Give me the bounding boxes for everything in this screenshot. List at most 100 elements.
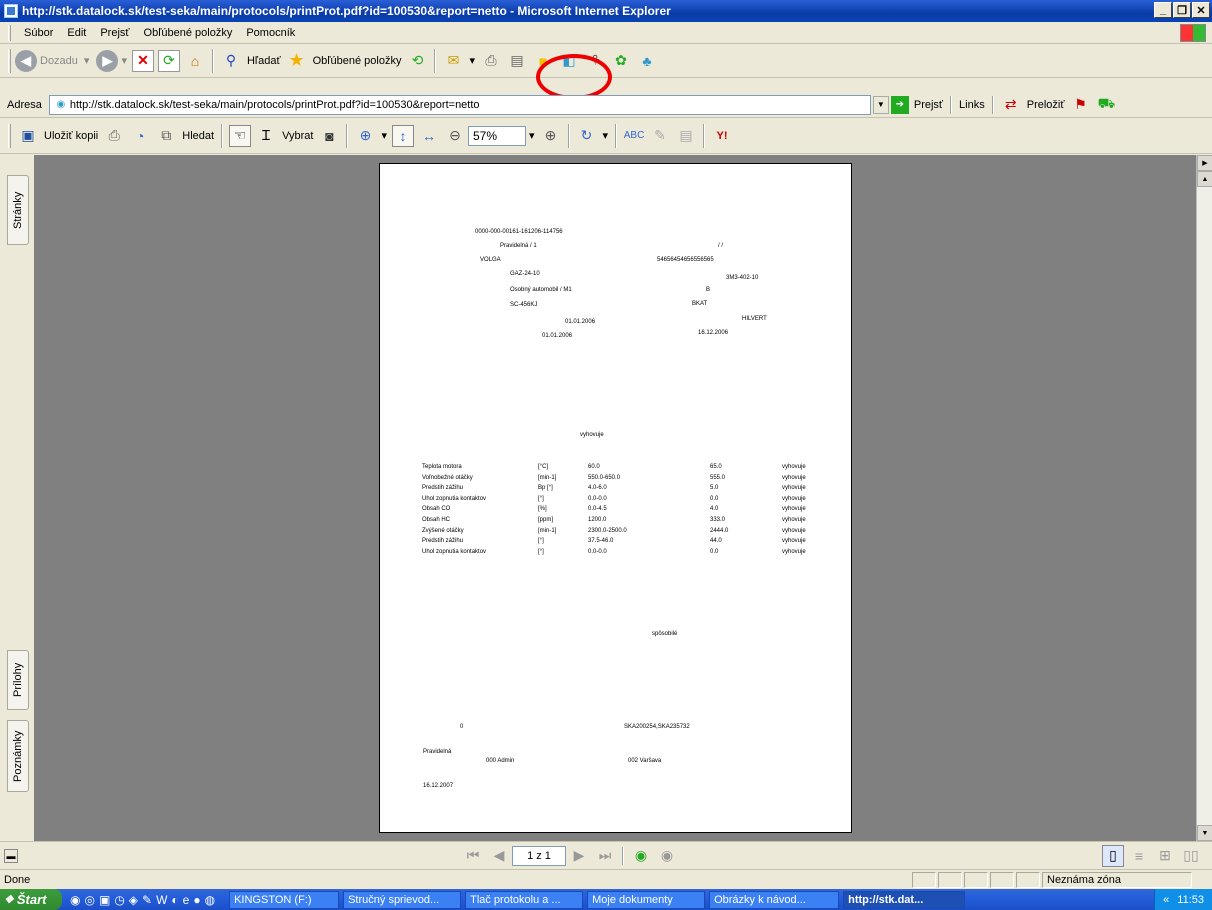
close-button[interactable]: ✕ [1192,2,1210,18]
mail-icon[interactable]: ✉ [442,50,464,72]
msn-icon[interactable]: ♣ [636,50,658,72]
save-icon[interactable]: ▣ [17,125,39,147]
word-icon[interactable]: W [156,893,167,907]
rotate-dropdown-icon[interactable]: ▾ [603,129,609,142]
zoom-value-dropdown-icon[interactable]: ▾ [529,129,535,142]
edit-icon[interactable]: ▤ [506,50,528,72]
panel-toggle-icon[interactable]: ▬ [4,848,18,863]
first-page-icon[interactable]: ⏮ [462,845,484,867]
print-icon[interactable]: ⎙ [480,50,502,72]
favorites-button[interactable]: Obľúbené položky [313,55,402,67]
task-word-guide[interactable]: Stručný sprievod... [343,890,462,909]
binoculars-icon[interactable]: ⧉ [155,125,177,147]
select-tool-icon[interactable]: Ɪ [255,125,277,147]
hand-tool-icon[interactable]: ☜ [229,124,252,147]
back-button[interactable]: Dozadu [40,55,78,67]
chat-icon[interactable]: ◍ [205,893,215,907]
back-arrow-icon[interactable]: ◀ [15,49,37,72]
stamp-icon[interactable]: ▤ [675,125,697,147]
translate-icon[interactable]: ⇄ [1000,94,1022,116]
rotate-icon[interactable]: ↻ [576,125,598,147]
spellcheck-icon[interactable]: ABC [623,125,645,147]
facing-icon[interactable]: ⊞ [1154,845,1176,867]
address-url[interactable]: http://stk.datalock.sk/test-seka/main/pr… [70,99,480,111]
refresh-icon[interactable]: ⟳ [157,49,180,72]
zoom-plus-icon[interactable]: ⊕ [540,125,562,147]
menu-favorites[interactable]: Obľúbené položky [137,27,240,39]
go-button[interactable]: Prejsť [914,99,943,111]
maximize-button[interactable]: ❐ [1173,2,1191,18]
page-number-input[interactable]: 1 z 1 [512,845,566,866]
links-button[interactable]: Links [959,99,985,111]
menu-file[interactable]: Súbor [17,27,60,39]
previous-page-icon[interactable]: ◀ [488,845,510,867]
zoom-input[interactable]: 57% [467,125,526,146]
go-arrow-icon[interactable]: ➔ [890,95,909,114]
task-my-documents[interactable]: Moje dokumenty [587,890,706,909]
icq-icon[interactable]: ✿ [610,50,632,72]
last-page-icon[interactable]: ⏭ [594,845,616,867]
search-button[interactable]: Hľadať [247,55,281,67]
fit-width-icon[interactable]: ↔ [418,125,440,147]
zoom-out-icon[interactable]: ⊖ [444,125,466,147]
sign-icon[interactable]: ✎ [649,125,671,147]
history-icon[interactable]: ⟲ [406,50,428,72]
toolbar-grip[interactable] [8,123,11,148]
scroll-down-arrow-icon[interactable]: ▼ [1197,825,1212,841]
menu-edit[interactable]: Edit [60,27,93,39]
search-icon[interactable]: ⚲ [220,50,242,72]
back-dropdown-icon[interactable]: ▾ [84,54,90,67]
menu-grip[interactable] [8,24,11,41]
save-copy-button[interactable]: Uložiť kopii [44,130,98,142]
task-kingston[interactable]: KINGSTON (F:) [229,890,340,909]
task-print-protocol[interactable]: Tlač protokolu a ... [465,890,584,909]
mail-dropdown-icon[interactable]: ▾ [469,54,475,67]
cart-icon[interactable]: ⛟ [1095,94,1117,116]
flag-icon[interactable]: ⚑ [1069,94,1091,116]
document-view[interactable]: 0000-000-00161-161206-114756 Pravidelná … [34,155,1196,841]
previous-view-icon[interactable]: ◉ [630,845,652,867]
record-icon[interactable]: ● [193,893,200,907]
address-input[interactable]: ◉ http://stk.datalock.sk/test-seka/main/… [48,94,871,115]
network-icon[interactable]: ◈ [129,893,138,907]
forward-dropdown-icon[interactable]: ▾ [121,54,127,67]
vertical-scrollbar[interactable]: ▶ ▲ ▼ [1196,155,1212,841]
menu-help[interactable]: Pomocník [239,27,302,39]
tab-attachments[interactable]: Prílohy [7,650,29,710]
scroll-up-arrow-icon[interactable]: ▲ [1197,171,1212,187]
translate-button[interactable]: Preložiť [1027,99,1065,111]
start-button[interactable]: ❖ Štart [0,889,62,910]
continuous-facing-icon[interactable]: ▯▯ [1180,845,1202,867]
task-ie-pdf[interactable]: http://stk.dat... [843,890,966,909]
snapshot-icon[interactable]: ◙ [318,125,340,147]
scroll-right-arrow-icon[interactable]: ▶ [1197,155,1212,171]
email-icon[interactable]: ◔ [129,125,151,147]
home-icon[interactable]: ⌂ [184,50,206,72]
zoom-dropdown-icon[interactable]: ▾ [381,129,387,142]
next-page-icon[interactable]: ▶ [568,845,590,867]
address-dropdown-icon[interactable]: ▼ [872,95,889,114]
next-view-icon[interactable]: ◉ [656,845,678,867]
tab-notes[interactable]: Poznámky [7,720,29,792]
tray-expand-icon[interactable]: « [1163,894,1169,906]
pen-icon[interactable]: ✎ [142,893,152,907]
clock-app-icon[interactable]: ◷ [114,893,124,907]
minimize-button[interactable]: _ [1154,2,1172,18]
fit-page-icon[interactable]: ↕ [391,124,414,147]
menu-go[interactable]: Prejsť [93,27,136,39]
opera-icon[interactable]: ◎ [84,893,94,907]
firefox-icon[interactable]: ◉ [70,893,80,907]
favorites-star-icon[interactable]: ★ [286,50,308,72]
tab-pages[interactable]: Stránky [7,175,29,245]
toolbar-grip[interactable] [8,48,11,73]
forward-arrow-icon[interactable]: ▶ [96,49,119,72]
find-button[interactable]: Hledat [182,130,214,142]
stop-icon[interactable]: ✕ [131,49,154,72]
task-images[interactable]: Obrázky k návod... [709,890,840,909]
single-page-icon[interactable]: ▯ [1102,844,1124,867]
print-icon[interactable]: ⎙ [103,125,125,147]
continuous-icon[interactable]: ≡ [1128,845,1150,867]
media-icon[interactable]: ◐ [171,893,178,907]
folder-icon[interactable]: ▣ [99,893,110,907]
ie-icon[interactable]: e [183,893,190,907]
